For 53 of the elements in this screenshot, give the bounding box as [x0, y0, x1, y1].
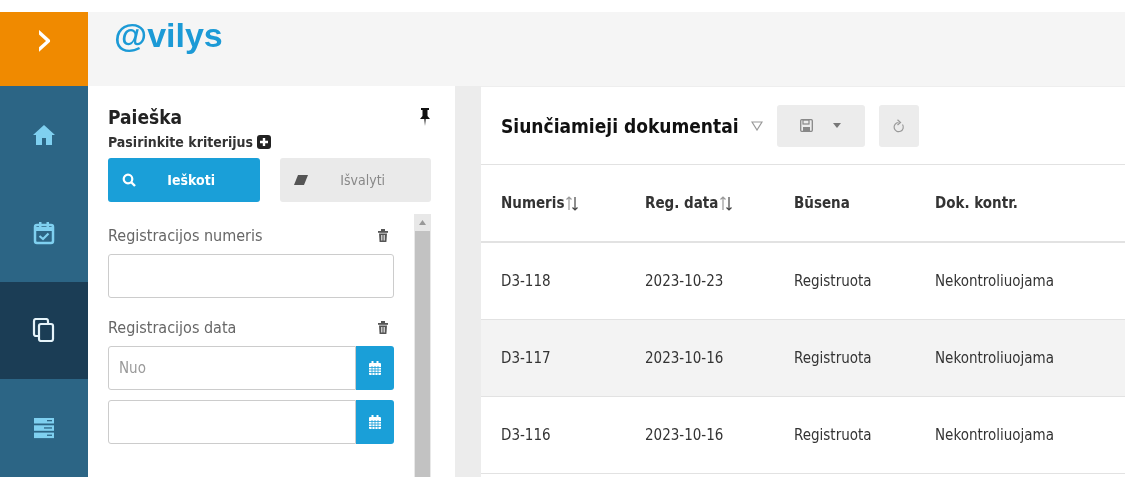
calendar-icon	[369, 415, 381, 429]
table-cell: Registruota	[794, 272, 872, 290]
scrollbar[interactable]	[414, 214, 431, 477]
table-cell: D3-117	[501, 349, 551, 367]
table-cell: Registruota	[794, 426, 872, 444]
table-title: Siunčiamieji dokumentai	[501, 114, 739, 137]
logo: @vilys	[114, 16, 223, 55]
refresh-button[interactable]	[878, 104, 919, 147]
filter-icon[interactable]	[750, 120, 763, 131]
table-cell: 2023-10-16	[645, 349, 724, 367]
add-icon[interactable]	[257, 135, 272, 149]
calendar-icon	[369, 361, 381, 375]
trash-icon[interactable]	[378, 321, 388, 334]
eraser-icon	[294, 175, 309, 185]
calendar-button[interactable]	[356, 346, 394, 390]
table-cell: 2023-10-23	[645, 272, 724, 290]
scroll-up-icon	[419, 220, 426, 225]
column-header[interactable]: Numeris	[501, 194, 579, 212]
field-label: Registracijos data	[108, 318, 237, 337]
calendar-button[interactable]	[356, 400, 394, 444]
search-button[interactable]: Ieškoti	[108, 158, 261, 202]
save-dropdown-button[interactable]	[776, 104, 865, 147]
table-cell: 2023-10-16	[645, 426, 724, 444]
table-cell: Nekontroliuojama	[935, 349, 1054, 367]
table-cell: Nekontroliuojama	[935, 426, 1054, 444]
table-cell: Registruota	[794, 349, 872, 367]
panel-title: Paieška	[108, 106, 183, 128]
criteria-label: Pasirinkite kriterijus	[108, 134, 254, 150]
sort-icon	[566, 195, 579, 211]
server-icon	[32, 416, 56, 441]
refresh-icon	[892, 117, 905, 134]
copy-icon	[32, 318, 56, 343]
caret-icon	[833, 123, 842, 128]
column-header: Būsena	[794, 194, 850, 212]
table-cell: D3-118	[501, 272, 551, 290]
table-cell: Nekontroliuojama	[935, 272, 1054, 290]
home-icon	[32, 122, 56, 147]
save-icon	[800, 119, 814, 132]
scrollbar-thumb[interactable]	[415, 231, 430, 477]
date-field[interactable]	[108, 400, 356, 444]
calendar-check-icon	[32, 220, 56, 245]
nav-item[interactable]	[0, 281, 88, 380]
text-field[interactable]	[108, 254, 394, 298]
expand-button[interactable]: ›	[0, 12, 88, 86]
search-icon	[122, 173, 136, 187]
date-field[interactable]: Nuo	[108, 346, 356, 390]
column-header[interactable]: Reg. data	[645, 194, 733, 212]
table-cell: D3-116	[501, 426, 551, 444]
trash-icon[interactable]	[378, 229, 388, 242]
field-label: Registracijos numeris	[108, 226, 263, 245]
sort-icon	[720, 195, 733, 211]
column-header: Dok. kontr.	[935, 194, 1018, 212]
clear-button[interactable]: Išvalyti	[280, 158, 431, 202]
